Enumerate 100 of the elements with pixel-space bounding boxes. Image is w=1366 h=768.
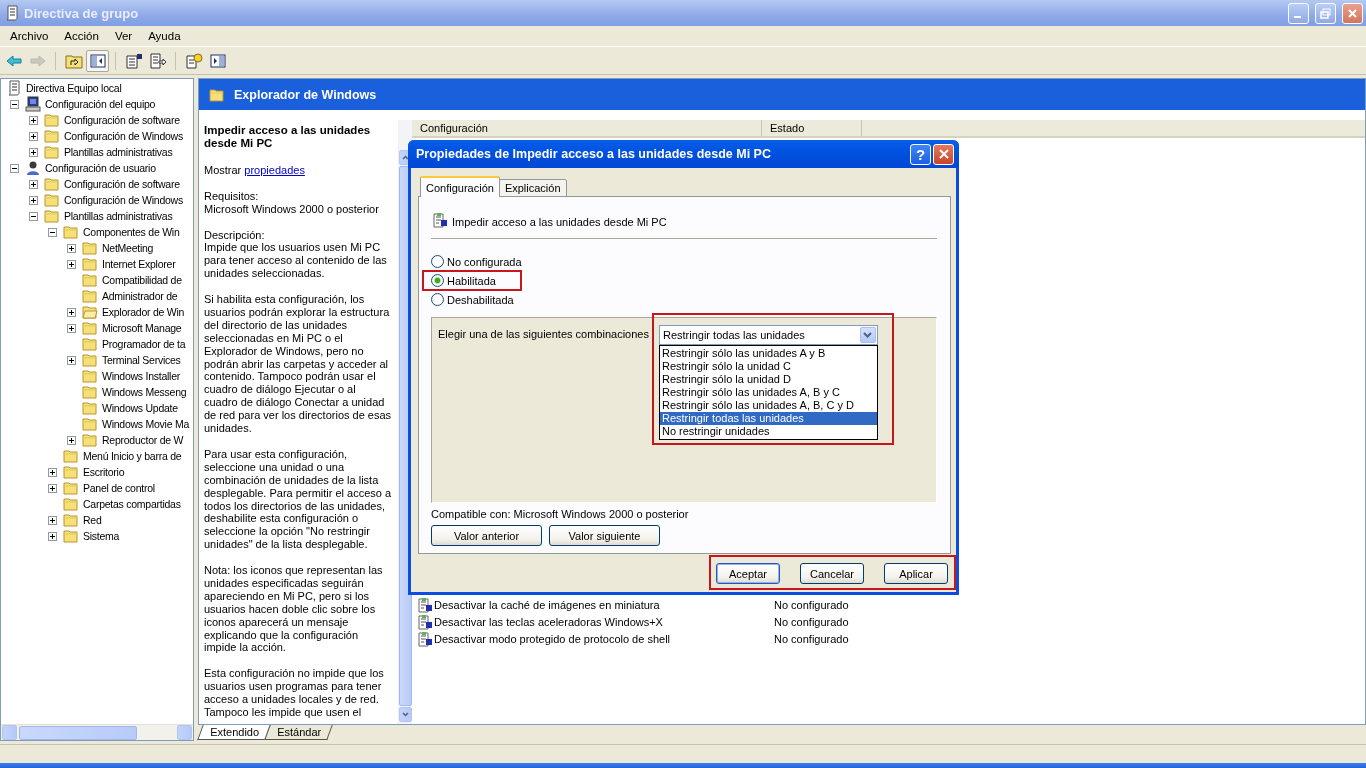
header-title: Explorador de Windows xyxy=(234,87,377,102)
tree-item[interactable]: Sistema xyxy=(82,530,121,542)
chevron-up-icon xyxy=(402,155,409,160)
tree-item[interactable]: Configuración de Windows xyxy=(63,194,184,206)
tree-item[interactable]: Configuración de software xyxy=(63,114,181,126)
horizontal-scrollbar[interactable] xyxy=(1,724,193,740)
expand-icon[interactable] xyxy=(67,243,76,253)
dropdown-option[interactable]: Restringir sólo las unidades A, B y C xyxy=(659,386,877,399)
setting-name[interactable]: Desactivar las teclas aceleradoras Windows+X xyxy=(434,615,774,628)
dropdown-option[interactable]: Restringir sólo las unidades A y B xyxy=(659,347,877,360)
policy-setting-icon xyxy=(417,596,433,613)
tree-item[interactable]: Panel de control xyxy=(82,482,156,494)
tree-item[interactable]: Windows Messeng xyxy=(101,386,188,398)
help-button[interactable]: ? xyxy=(910,143,931,165)
tree-item[interactable]: Configuración de usuario xyxy=(44,162,157,174)
menu-item[interactable]: Archivo xyxy=(2,28,57,44)
folder-icon xyxy=(44,113,60,127)
menu-item[interactable]: Acción xyxy=(56,28,107,44)
folder-icon xyxy=(82,385,98,399)
expand-icon[interactable] xyxy=(29,179,38,189)
collapse-icon[interactable] xyxy=(10,99,19,109)
tree-item[interactable]: Componentes de Win xyxy=(82,226,181,238)
tree-item[interactable]: Explorador de Win xyxy=(101,306,186,318)
menu-item[interactable]: Ayuda xyxy=(140,28,189,44)
description-text: Esta configuración no impide que los usuarios usen programas para tener acceso a unidades locales y de red. Tampoco les impide que usen el xyxy=(204,667,385,719)
column-header[interactable]: Estado xyxy=(762,120,862,136)
expand-icon[interactable] xyxy=(67,259,76,269)
folder-icon xyxy=(82,433,98,447)
close-button[interactable] xyxy=(1342,2,1363,24)
tree-item[interactable]: Red xyxy=(82,514,103,526)
dropdown-option[interactable]: Restringir sólo la unidad C xyxy=(659,360,877,373)
tree-item[interactable]: Plantillas administrativas xyxy=(63,210,174,222)
radio-button[interactable] xyxy=(431,293,444,306)
folder-icon xyxy=(82,257,98,271)
tree-item[interactable]: Programador de ta xyxy=(101,338,187,350)
tree-item[interactable]: Terminal Services xyxy=(101,354,182,366)
dropdown-option[interactable]: No restringir unidades xyxy=(659,425,877,438)
folder-icon xyxy=(44,145,60,159)
nav-button[interactable]: Valor anterior xyxy=(431,525,542,546)
tree-item[interactable]: Configuración de software xyxy=(63,178,181,190)
radio-option[interactable]: No configurada xyxy=(422,251,548,272)
dialog-button[interactable]: Aceptar xyxy=(716,563,780,584)
expand-icon[interactable] xyxy=(29,147,38,157)
tree-item[interactable]: Compatibilidad de xyxy=(101,274,183,286)
menu-item[interactable]: Ver xyxy=(106,28,141,44)
tree-item[interactable]: Carpetas compartidas xyxy=(82,498,182,510)
expand-icon[interactable] xyxy=(67,435,76,445)
tree-item[interactable]: Reproductor de W xyxy=(101,434,185,446)
tree-item[interactable]: Directiva Equipo local xyxy=(25,82,123,94)
collapse-icon[interactable] xyxy=(48,227,57,237)
tree-item[interactable]: Internet Explorer xyxy=(101,258,177,270)
dropdown-option[interactable]: Restringir sólo la unidad D xyxy=(659,373,877,386)
tree-item[interactable]: Configuración de Windows xyxy=(63,130,184,142)
radio-option[interactable]: Deshabilitada xyxy=(422,289,540,310)
tree-item[interactable]: Menú Inicio y barra de xyxy=(82,450,183,462)
dialog-button[interactable]: Aplicar xyxy=(884,563,948,584)
expand-icon[interactable] xyxy=(29,115,38,125)
dropdown-option[interactable]: Restringir sólo las unidades A, B, C y D xyxy=(659,399,877,412)
tree-item[interactable]: Escritorio xyxy=(82,466,126,478)
nav-button[interactable]: Valor siguiente xyxy=(549,525,660,546)
description-text: Para usar esta configuración, seleccione una unidad o una combinación de unidades de la lista desplegable. Para permitir el acceso a todos los directorios de las unidades, deshabilite esta configuración o seleccione la opción "No restringir unidades" de la lista desplegable. xyxy=(204,447,392,552)
setting-name[interactable]: Desactivar la caché de imágenes en miniatura xyxy=(434,598,774,611)
window-title: Directiva de grupo xyxy=(24,5,140,21)
close-button[interactable] xyxy=(933,143,954,165)
radio-button[interactable] xyxy=(431,274,444,287)
view-tab[interactable]: Extendido xyxy=(197,725,271,740)
expand-icon[interactable] xyxy=(67,355,76,365)
expand-icon[interactable] xyxy=(67,307,76,317)
tree-item[interactable]: NetMeeting xyxy=(101,242,155,254)
tree-item[interactable]: Windows Movie Ma xyxy=(101,418,191,430)
expand-icon[interactable] xyxy=(48,515,57,525)
dropdown-option[interactable]: Restringir todas las unidades xyxy=(659,412,877,425)
properties-link[interactable]: propiedades xyxy=(244,164,305,176)
expand-icon[interactable] xyxy=(48,467,57,477)
collapse-icon[interactable] xyxy=(29,211,38,221)
expand-icon[interactable] xyxy=(48,531,57,541)
expand-icon[interactable] xyxy=(29,131,38,141)
expand-icon[interactable] xyxy=(67,323,76,333)
folder-icon xyxy=(44,193,60,207)
view-tab[interactable]: Estándar xyxy=(264,725,333,740)
dialog-button[interactable]: Cancelar xyxy=(800,563,864,584)
tree-item[interactable]: Microsoft Manage xyxy=(101,322,183,334)
radio-button[interactable] xyxy=(431,255,444,268)
dialog-tab[interactable]: Explicación xyxy=(498,179,567,197)
collapse-icon[interactable] xyxy=(10,163,19,173)
tree-item[interactable]: Configuración del equipo xyxy=(44,98,157,110)
tree-item[interactable]: Windows Update xyxy=(101,402,179,414)
tree-item[interactable]: Plantillas administrativas xyxy=(63,146,174,158)
radio-option[interactable]: Habilitada xyxy=(422,270,522,291)
column-header[interactable]: Configuración xyxy=(412,120,762,136)
expand-icon[interactable] xyxy=(29,195,38,205)
tree-pane-icon xyxy=(89,53,106,68)
combination-select[interactable]: Restringir todas las unidades xyxy=(658,325,878,345)
setting-name[interactable]: Desactivar modo protegido de protocolo de shell xyxy=(434,632,774,645)
expand-icon[interactable] xyxy=(48,483,57,493)
tree-item[interactable]: Windows Installer xyxy=(101,370,182,382)
chevron-down-icon xyxy=(402,712,409,717)
tree-item[interactable]: Administrador de xyxy=(101,290,179,302)
dialog-tab[interactable]: Configuración xyxy=(420,176,500,197)
description-text: Requisitos: Microsoft Windows 2000 o posterior xyxy=(204,189,380,216)
